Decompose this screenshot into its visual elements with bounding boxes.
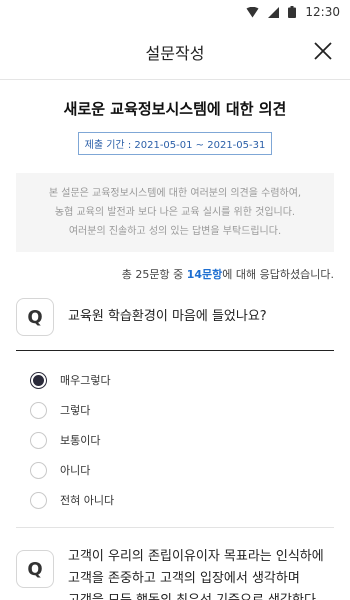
progress-suffix: 에 대해 응답하셨습니다.	[222, 268, 334, 281]
question-text: 고객이 우리의 존립이유이자 목표라는 인식하에 고객을 존중하고 고객의 입장…	[68, 546, 324, 600]
status-bar: 12:30	[0, 0, 350, 24]
radio-button[interactable]	[30, 401, 47, 419]
survey-title: 새로운 교육정보시스템에 대한 의견	[63, 100, 287, 118]
option-label: 전혀 아니다	[60, 494, 115, 507]
radio-button[interactable]	[30, 431, 47, 449]
progress-prefix: 총 25문항 중	[121, 268, 187, 281]
intro-line: 여러분의 진솔하고 성의 있는 답변을 부탁드립니다.	[68, 226, 282, 237]
option-label: 그렇다	[60, 404, 91, 417]
survey-intro: 본 설문은 교육정보시스템에 대한 여러분의 의견을 수렴하여, 농협 교육의 …	[16, 173, 334, 252]
battery-icon	[288, 6, 297, 18]
close-button[interactable]	[310, 38, 336, 64]
radio-button-selected[interactable]	[30, 371, 47, 389]
intro-line: 본 설문은 교육정보시스템에 대한 여러분의 의견을 수렴하여,	[48, 188, 302, 199]
radio-button[interactable]	[30, 461, 47, 479]
status-time: 12:30	[305, 5, 340, 19]
period-value: 2021-05-01 ~ 2021-05-31	[134, 140, 266, 151]
question-1-options: 매우그렇다 그렇다 보통이다 아니다 전혀 아니다	[16, 351, 334, 528]
close-icon	[314, 42, 332, 60]
signal-icon	[268, 6, 280, 18]
answer-progress: 총 25문항 중 14문항에 대해 응답하셨습니다.	[0, 266, 350, 282]
progress-answered-count: 14문항	[186, 268, 223, 281]
page-title: 설문작성	[145, 43, 205, 63]
submission-period-badge: 제출 기간 : 2021-05-01 ~ 2021-05-31	[77, 132, 273, 155]
option-agree[interactable]: 그렇다	[30, 395, 318, 425]
question-badge: Q	[16, 550, 54, 588]
question-1: Q 교육원 학습환경이 마음에 들었나요?	[16, 298, 334, 351]
option-disagree[interactable]: 아니다	[30, 455, 318, 485]
question-text-line: 고객을 모든 행동의 최우선 기준으로 생각한다.	[68, 590, 324, 600]
option-label: 매우그렇다	[60, 374, 111, 387]
option-strongly-disagree[interactable]: 전혀 아니다	[30, 485, 318, 515]
app-header: 설문작성	[0, 24, 350, 80]
question-badge: Q	[16, 298, 54, 336]
option-neutral[interactable]: 보통이다	[30, 425, 318, 455]
option-label: 보통이다	[60, 434, 101, 447]
question-text-line: 고객이 우리의 존립이유이자 목표라는 인식하에	[68, 549, 324, 564]
period-label: 제출 기간 :	[84, 140, 132, 151]
option-label: 아니다	[60, 464, 91, 477]
option-very-agree[interactable]: 매우그렇다	[30, 365, 318, 395]
radio-dot	[33, 374, 44, 386]
radio-button[interactable]	[30, 491, 47, 509]
question-text: 교육원 학습환경이 마음에 들었나요?	[68, 309, 267, 324]
wifi-icon	[246, 6, 259, 18]
question-2: Q 고객이 우리의 존립이유이자 목표라는 인식하에 고객을 존중하고 고객의 …	[0, 544, 350, 600]
intro-line: 농협 교육의 발전과 보다 나은 교육 실시를 위한 것입니다.	[54, 207, 296, 218]
question-text-line: 고객을 존중하고 고객의 입장에서 생각하며	[68, 571, 300, 586]
